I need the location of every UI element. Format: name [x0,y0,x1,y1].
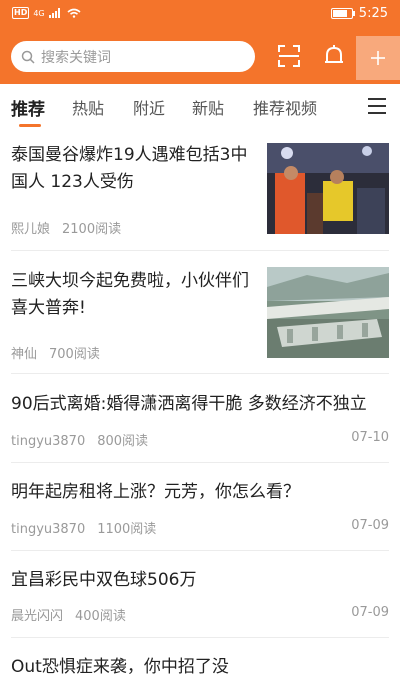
tab-recommend[interactable]: 推荐 [11,95,45,120]
item-meta: 神仙 700阅读 [11,343,100,362]
tab-bar: 推荐 热贴 附近 新贴 推荐视频 [0,84,400,128]
signal-icon [48,8,60,18]
tab-hot[interactable]: 热贴 [72,95,104,119]
tab-recommend-video[interactable]: 推荐视频 [253,95,317,119]
item-meta: tingyu3870 800阅读 [11,430,148,449]
top-bar: 搜索关键词 [0,30,400,84]
item-reads: 800阅读 [97,434,149,449]
status-right: 5:25 [330,6,388,21]
wifi-icon [67,8,81,18]
item-thumbnail [267,267,389,358]
tab-nearby[interactable]: 附近 [133,95,165,119]
item-meta: tingyu3870 1100阅读 [11,518,156,537]
item-meta: 晨光闪闪 400阅读 [11,605,126,624]
item-author: 神仙 [11,347,38,362]
item-title: 三峡大坝今起免费啦，小伙伴们喜大普奔! [11,271,249,318]
search-input[interactable]: 搜索关键词 [11,41,255,72]
signal-label: 4G [33,8,45,18]
item-reads: 700阅读 [49,347,100,362]
item-author: tingyu3870 [11,434,86,449]
search-icon [21,50,35,64]
network-badge: HD [12,7,30,19]
status-time: 5:25 [358,6,388,21]
tab-indicator [19,124,41,127]
list-item[interactable]: 三峡大坝今起免费啦，小伙伴们喜大普奔! 神仙 700阅读 [11,250,389,374]
add-button[interactable] [356,36,400,80]
item-reads: 2100阅读 [62,222,122,237]
item-reads: 400阅读 [75,609,126,624]
item-author: tingyu3870 [11,522,86,537]
item-title: 宜昌彩民中双色球506万 [11,570,197,590]
item-title: Out恐惧症来袭，你中招了没 [11,657,229,677]
battery-icon [330,8,355,19]
search-placeholder: 搜索关键词 [41,49,111,66]
item-meta: 熙儿娘 2100阅读 [11,218,121,237]
bell-icon[interactable] [320,42,348,70]
item-thumbnail [267,143,389,234]
tab-new[interactable]: 新贴 [192,95,224,119]
item-author: 晨光闪闪 [11,609,64,624]
status-bar: HD 4G 5:25 [0,0,400,30]
item-reads: 1100阅读 [97,522,157,537]
list-item[interactable]: Out恐惧症来袭，你中招了没 [11,637,389,677]
list-item[interactable]: 泰国曼谷爆炸19人遇难包括3中国人 123人受伤 熙儿娘 2100阅读 [11,128,389,251]
scan-icon[interactable] [275,42,303,70]
list-item[interactable]: 宜昌彩民中双色球506万 晨光闪闪 400阅读 07-09 [11,550,389,638]
plus-icon [371,51,385,65]
item-title: 泰国曼谷爆炸19人遇难包括3中国人 123人受伤 [11,145,248,192]
item-date: 07-09 [351,605,389,620]
item-date: 07-09 [351,518,389,533]
list-item[interactable]: 90后式离婚:婚得潇洒离得干脆 多数经济不独立 tingyu3870 800阅读 … [11,373,389,463]
item-title: 90后式离婚:婚得潇洒离得干脆 多数经济不独立 [11,394,367,414]
item-date: 07-10 [351,430,389,445]
menu-icon[interactable] [368,98,386,114]
item-author: 熙儿娘 [11,222,51,237]
item-title: 明年起房租将上涨？元芳，你怎么看？ [11,482,300,502]
status-left: HD 4G [12,7,81,19]
list-item[interactable]: 明年起房租将上涨？元芳，你怎么看？ tingyu3870 1100阅读 07-09 [11,462,389,551]
